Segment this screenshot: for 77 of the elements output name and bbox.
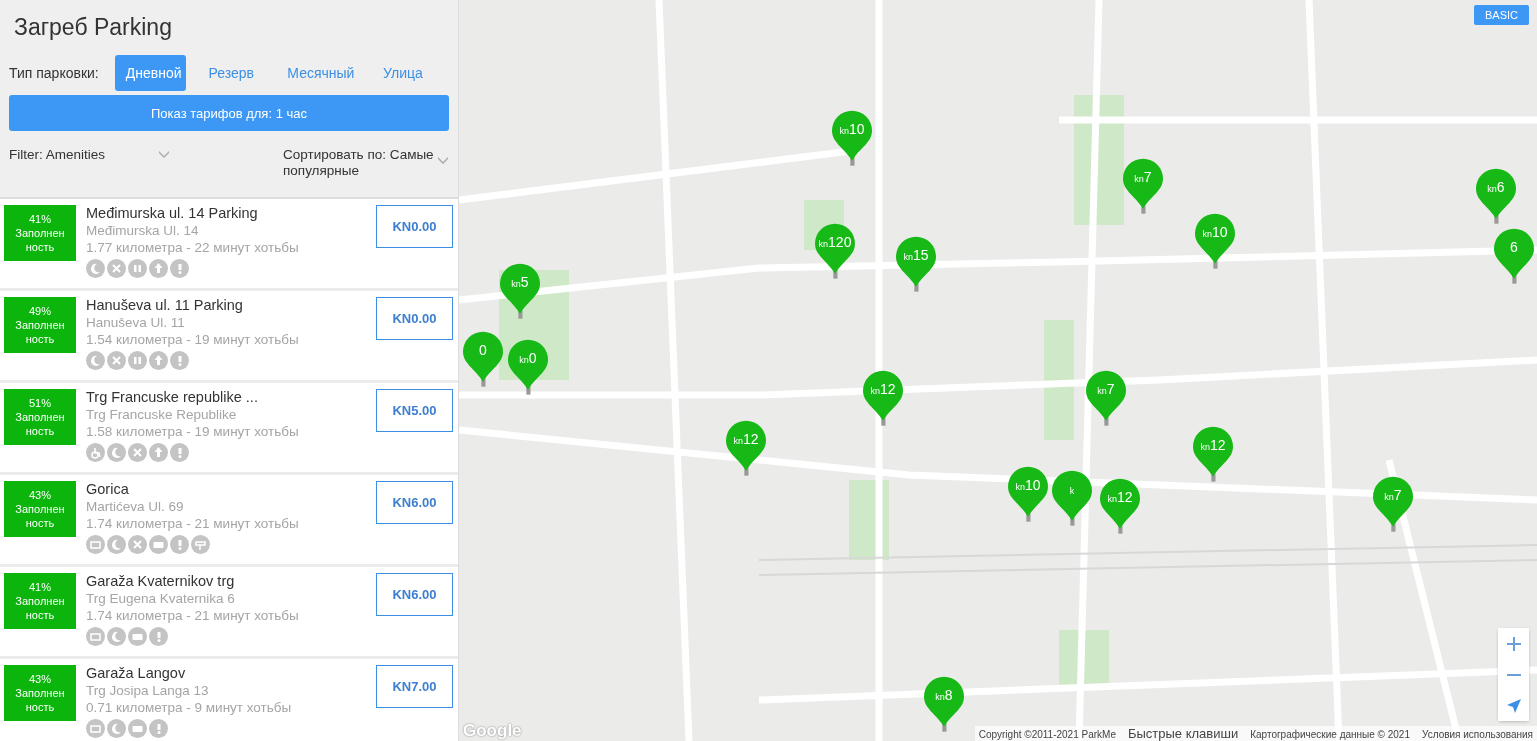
parking-list-item[interactable]: 41% Заполнен ность Garaža Kvaternikov trg Trg Eugena Kvaternika 6 1.74 километра - 21 минут хотьбы KN6.00 [0, 567, 458, 659]
wheelchair-icon [86, 443, 105, 462]
occupancy-badge: 41% Заполнен ность [4, 205, 76, 261]
lot-name: Hanuševa ul. 11 Parking [86, 297, 244, 314]
moon-icon [107, 535, 126, 554]
info-icon [170, 535, 189, 554]
parking-type-tab[interactable]: Дневной [114, 55, 187, 91]
moon-icon [107, 627, 126, 646]
price-button[interactable]: KN5.00 [376, 389, 453, 432]
parking-list-item[interactable]: 43% Заполнен ность Garaža Langov Trg Josipa Langa 13 0.71 километра - 9 минут хотьбы KN7.00 [0, 659, 458, 741]
occupancy-badge: 51% Заполнен ность [4, 389, 76, 445]
chevron-icon [438, 157, 448, 164]
lot-distance: 1.74 километра - 21 минут хотьбы [86, 515, 300, 532]
info-icon [149, 627, 168, 646]
moon-icon [86, 259, 105, 278]
lot-address: Međimurska Ul. 14 [86, 222, 200, 239]
lot-name: Međimurska ul. 14 Parking [86, 205, 259, 222]
sign-icon [191, 535, 210, 554]
lot-name: Trg Francuske republike ... [86, 389, 259, 406]
card-icon [128, 719, 147, 738]
lot-distance: 0.71 километра - 9 минут хотьбы [86, 699, 293, 716]
info-icon [149, 719, 168, 738]
lot-distance: 1.74 километра - 21 минут хотьбы [86, 607, 300, 624]
filter-dropdown[interactable]: Filter: Amenities [9, 147, 169, 189]
occupancy-badge: 43% Заполнен ность [4, 481, 76, 537]
map-attribution[interactable]: Картографические данные © 2021 [1250, 729, 1410, 740]
lot-address: Martićeva Ul. 69 [86, 498, 185, 515]
lot-distance: 1.77 километра - 22 минут хотьбы [86, 239, 300, 256]
screen-icon [86, 535, 105, 554]
parking-type-label: Тип парковки: [9, 65, 99, 81]
lot-address: Trg Josipa Langa 13 [86, 682, 210, 699]
parking-list-item[interactable]: 51% Заполнен ность Trg Francuske republike ... Trg Francuske Republike 1.58 километра - 19 минут хотьбы KN5.00 [0, 383, 458, 475]
chevron-icon [159, 151, 169, 158]
moon-icon [107, 443, 126, 462]
parking-type-tab[interactable]: Резерв [196, 55, 267, 91]
map-attribution[interactable]: Условия использования [1422, 729, 1533, 740]
locate-button[interactable] [1498, 690, 1529, 721]
price-button[interactable]: KN6.00 [376, 481, 453, 524]
lot-distance: 1.54 километра - 19 минут хотьбы [86, 331, 300, 348]
navigation-arrow-icon [1506, 698, 1521, 713]
parking-list-item[interactable]: 41% Заполнен ность Međimurska ul. 14 Parking Međimurska Ul. 14 1.77 километра - 22 минут хотьбы KN0.00 [0, 199, 458, 291]
info-icon [170, 443, 189, 462]
card-icon [149, 535, 168, 554]
screen-icon [86, 719, 105, 738]
lot-name: Gorica [86, 481, 130, 498]
lot-address: Hanuševa Ul. 11 [86, 314, 186, 331]
price-button[interactable]: KN0.00 [376, 205, 453, 248]
occupancy-badge: 43% Заполнен ность [4, 665, 76, 721]
rate-duration-button[interactable]: Показ тарифов для: 1 час [9, 95, 449, 131]
card-icon [128, 627, 147, 646]
zoom-in-button[interactable] [1498, 628, 1529, 659]
map-attribution: Copyright ©2011-2021 ParkMe [978, 729, 1116, 740]
lot-address: Trg Eugena Kvaternika 6 [86, 590, 236, 607]
occupancy-badge: 49% Заполнен ность [4, 297, 76, 353]
lot-name: Garaža Langov [86, 665, 187, 682]
app-title: Загреб Parking [14, 14, 173, 41]
lot-name: Garaža Kvaternikov trg [86, 573, 236, 590]
occupancy-badge: 41% Заполнен ность [4, 573, 76, 629]
plus-icon [1506, 636, 1521, 651]
minus-icon [1506, 673, 1521, 676]
info-icon [170, 351, 189, 370]
map-style-button[interactable]: BASIC [1474, 5, 1529, 25]
screen-icon [86, 627, 105, 646]
parking-type-tab[interactable]: Улица [368, 55, 438, 91]
price-button[interactable]: KN6.00 [376, 573, 453, 616]
price-button[interactable]: KN0.00 [376, 297, 453, 340]
map-attribution[interactable]: Быстрые клавиши [1127, 726, 1239, 741]
lot-distance: 1.58 километра - 19 минут хотьбы [86, 423, 300, 440]
parking-type-tab[interactable]: Месячный [276, 55, 358, 91]
moon-icon [86, 351, 105, 370]
lot-address: Trg Francuske Republike [86, 406, 238, 423]
sort-dropdown[interactable]: Сортировать по: Самые популярные [283, 147, 448, 189]
price-button[interactable]: KN7.00 [376, 665, 453, 708]
parking-list-item[interactable]: 43% Заполнен ность Gorica Martićeva Ul. 69 1.74 километра - 21 минут хотьбы KN6.00 [0, 475, 458, 567]
moon-icon [107, 719, 126, 738]
parking-list-item[interactable]: 49% Заполнен ность Hanuševa ul. 11 Parking Hanuševa Ul. 11 1.54 километра - 19 минут хотьбы KN0.00 [0, 291, 458, 383]
info-icon [170, 259, 189, 278]
